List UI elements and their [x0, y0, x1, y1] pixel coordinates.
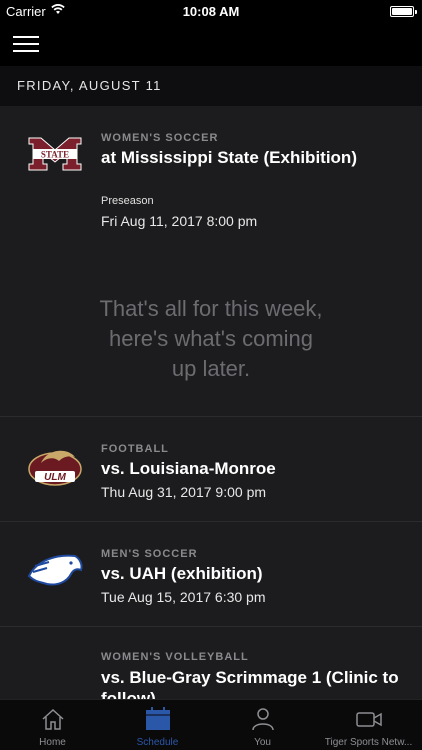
event-row-womens-volleyball[interactable]: WOMEN'S VOLLEYBALL vs. Blue-Gray Scrimma…: [0, 627, 422, 699]
event-datetime: Fri Aug 11, 2017 8:00 pm: [101, 213, 258, 229]
tab-home[interactable]: Home: [0, 700, 105, 750]
logo-text: ULM: [44, 472, 66, 483]
tab-label: Home: [39, 737, 66, 748]
day-header-label: FRIDAY, AUGUST 11: [17, 78, 162, 93]
tab-you[interactable]: You: [210, 700, 315, 750]
event-sport-label: WOMEN'S SOCCER: [101, 132, 219, 144]
later-message: That's all for this week, here's what's …: [0, 294, 422, 384]
event-sport-label: WOMEN'S VOLLEYBALL: [101, 651, 249, 663]
status-bar: Carrier 10:08 AM: [0, 0, 422, 22]
event-title: vs. Louisiana-Monroe: [101, 459, 276, 478]
event-sport-label: FOOTBALL: [101, 443, 169, 455]
calendar-icon: [145, 707, 170, 730]
uah-charger-logo-icon: [27, 554, 83, 586]
tab-tiger-sports-network[interactable]: Tiger Sports Netw...: [315, 700, 422, 750]
tab-label: You: [254, 737, 271, 748]
schedule-list[interactable]: STATE WOMEN'S SOCCER at Mississippi Stat…: [0, 106, 422, 699]
tab-label: Tiger Sports Netw...: [324, 737, 413, 748]
event-title: at Mississippi State (Exhibition): [101, 148, 357, 167]
battery-icon: [390, 6, 417, 17]
navigation-bar: [0, 22, 422, 66]
tab-label: Schedule: [136, 737, 179, 748]
event-subtitle: Preseason: [101, 195, 154, 207]
mississippi-state-logo-icon: STATE: [28, 137, 82, 171]
event-title: vs. UAH (exhibition): [101, 564, 263, 583]
event-title: vs. Blue-Gray Scrimmage 1 (Clinic to fol…: [101, 668, 399, 699]
tab-bar: Home Schedule You Tiger Sports Netw...: [0, 699, 422, 750]
later-message-line-2: here's what's coming: [108, 326, 314, 351]
later-message-line-1: That's all for this week,: [99, 296, 323, 321]
day-section-header: FRIDAY, AUGUST 11: [0, 66, 422, 106]
event-datetime: Thu Aug 31, 2017 9:00 pm: [101, 484, 267, 500]
event-datetime: Tue Aug 15, 2017 6:30 pm: [101, 589, 266, 605]
event-row-football[interactable]: ULM FOOTBALL vs. Louisiana-Monroe Thu Au…: [0, 417, 422, 521]
home-icon: [41, 708, 64, 730]
person-icon: [251, 708, 274, 731]
status-time: 10:08 AM: [182, 4, 240, 19]
event-sport-label: MEN'S SOCCER: [101, 548, 198, 560]
event-row-mens-soccer[interactable]: MEN'S SOCCER vs. UAH (exhibition) Tue Au…: [0, 522, 422, 626]
later-message-line-3: up later.: [171, 356, 251, 381]
logo-text: STATE: [41, 150, 69, 160]
tab-schedule[interactable]: Schedule: [105, 700, 210, 750]
hamburger-menu-icon[interactable]: [13, 36, 39, 54]
video-camera-icon: [355, 712, 382, 727]
ulm-warhawk-logo-icon: ULM: [28, 450, 82, 486]
event-row-womens-soccer[interactable]: STATE WOMEN'S SOCCER at Mississippi Stat…: [0, 106, 422, 266]
